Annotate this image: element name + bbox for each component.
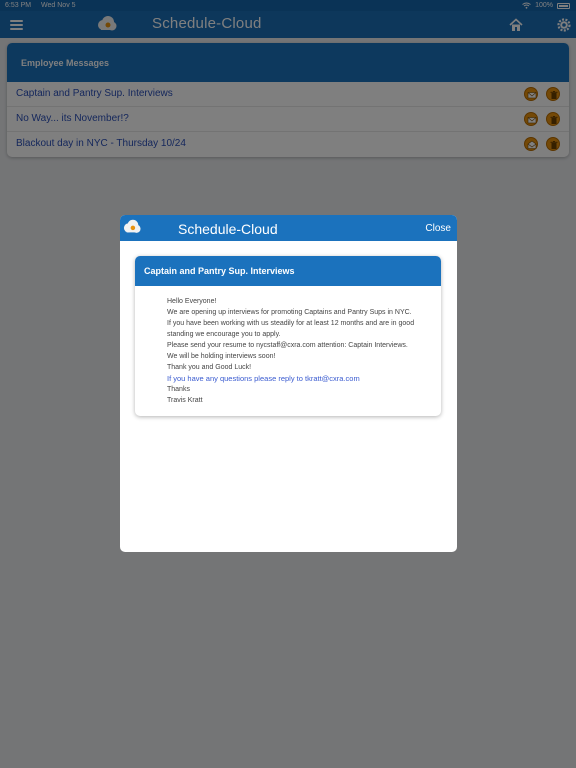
message-subject-header: Captain and Pantry Sup. Interviews	[135, 256, 441, 286]
message-line: Hello Everyone!	[167, 298, 217, 305]
message-line: If you have been working with us steadil…	[167, 320, 415, 338]
modal-header: Schedule-Cloud Close	[120, 215, 457, 241]
message-modal: Schedule-Cloud Close Captain and Pantry …	[120, 215, 457, 552]
cloud-logo-icon	[123, 219, 141, 233]
message-signature: Travis Kratt	[167, 397, 203, 404]
modal-title: Schedule-Cloud	[178, 221, 278, 237]
message-body: Hello Everyone! We are opening up interv…	[135, 286, 441, 406]
message-line: Please send your resume to nycstaff@cxra…	[167, 342, 408, 349]
message-line: Thank you and Good Luck!	[167, 364, 252, 371]
message-line: Thanks	[167, 386, 190, 393]
contact-link[interactable]: If you have any questions please reply t…	[167, 373, 427, 384]
message-card: Captain and Pantry Sup. Interviews Hello…	[135, 256, 441, 416]
close-button[interactable]: Close	[425, 223, 451, 234]
message-line: We will be holding interviews soon!	[167, 353, 276, 360]
message-line: We are opening up interviews for promoti…	[167, 309, 412, 316]
